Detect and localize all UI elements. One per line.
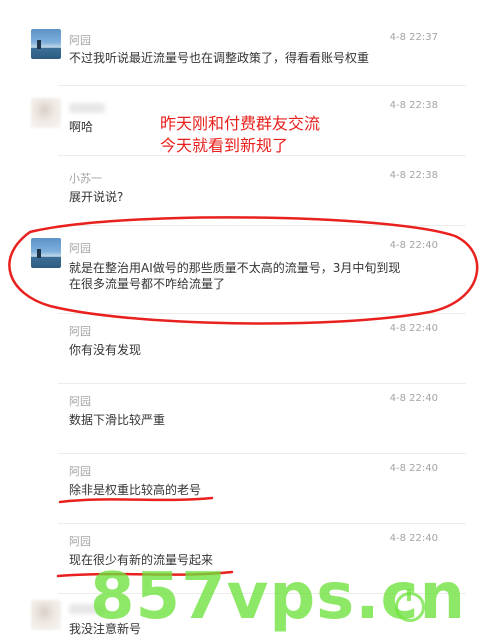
- underline-mark: [58, 496, 214, 504]
- annotation-marks: [8, 216, 479, 578]
- annotation-line: 昨天刚和付费群友交流: [160, 114, 321, 133]
- power-icon: [395, 589, 425, 622]
- circle-highlight-mark: [8, 216, 479, 325]
- annotation-line: 今天就看到新规了: [160, 136, 289, 155]
- annotation-text: 昨天刚和付费群友交流 今天就看到新规了: [160, 113, 320, 157]
